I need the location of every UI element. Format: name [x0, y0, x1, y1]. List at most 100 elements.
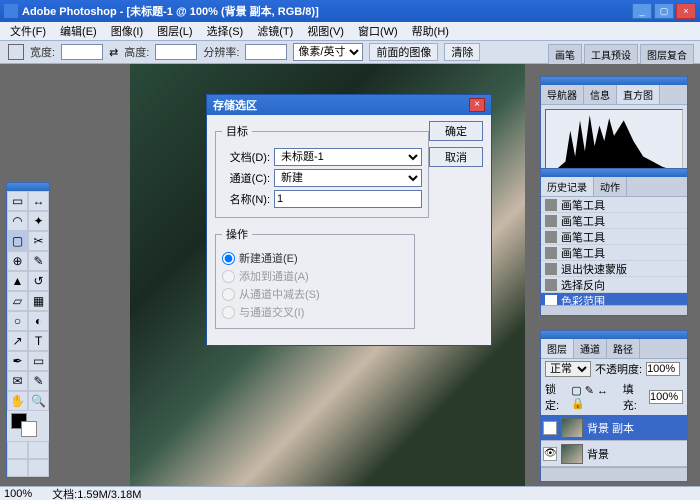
tab-channels[interactable]: 通道	[574, 339, 607, 358]
opacity-input[interactable]	[646, 362, 680, 376]
hand-tool[interactable]: ✋	[7, 391, 28, 411]
app-title: Adobe Photoshop - [未标题-1 @ 100% (背景 副本, …	[22, 3, 632, 19]
menu-filter[interactable]: 滤镜(T)	[251, 23, 299, 39]
history-item[interactable]: 选择反向	[541, 277, 687, 293]
panel-grip[interactable]	[541, 169, 687, 177]
history-item[interactable]: 画笔工具	[541, 213, 687, 229]
app-icon	[4, 4, 18, 18]
channel-select[interactable]: 新建	[274, 169, 422, 187]
name-input[interactable]	[274, 190, 422, 208]
fill-input[interactable]	[649, 390, 683, 404]
swap-icon[interactable]: ⇄	[109, 46, 118, 59]
document-select[interactable]: 未标题-1	[274, 148, 422, 166]
gradient-tool[interactable]: ▦	[28, 291, 49, 311]
clear-button[interactable]: 清除	[444, 43, 480, 61]
eraser-tool[interactable]: ▱	[7, 291, 28, 311]
radio-subtract: 从通道中减去(S)	[222, 286, 408, 302]
history-item[interactable]: 画笔工具	[541, 229, 687, 245]
history-item[interactable]: 色彩范围	[541, 293, 687, 305]
tab-history[interactable]: 历史记录	[541, 177, 594, 196]
menu-view[interactable]: 视图(V)	[301, 23, 350, 39]
history-item[interactable]: 画笔工具	[541, 245, 687, 261]
path-tool[interactable]: ↗	[7, 331, 28, 351]
tab-actions[interactable]: 动作	[594, 177, 627, 196]
shape-tool[interactable]: ▭	[28, 351, 49, 371]
standard-mode[interactable]	[7, 441, 28, 459]
blur-tool[interactable]: ○	[7, 311, 28, 331]
dtab-brush[interactable]: 画笔	[548, 44, 582, 65]
maximize-button[interactable]: ▢	[654, 3, 674, 19]
width-label: 宽度:	[30, 44, 55, 60]
zoom-level[interactable]: 100%	[4, 488, 32, 500]
ok-button[interactable]: 确定	[429, 121, 483, 141]
menu-window[interactable]: 窗口(W)	[352, 23, 404, 39]
background-color[interactable]	[21, 421, 37, 437]
layer-name: 背景 副本	[587, 420, 634, 436]
layer-row[interactable]: 👁 背景	[541, 441, 687, 467]
minimize-button[interactable]: _	[632, 3, 652, 19]
width-input[interactable]	[61, 44, 103, 60]
wand-tool[interactable]: ✦	[28, 211, 49, 231]
menu-help[interactable]: 帮助(H)	[406, 23, 455, 39]
move-tool[interactable]: ↔	[28, 191, 49, 211]
destination-group: 目标 文档(D): 未标题-1 通道(C): 新建 名称(N):	[215, 123, 429, 218]
tab-layers[interactable]: 图层	[541, 339, 574, 358]
layers-buttons[interactable]	[541, 467, 687, 481]
histogram-panel: 导航器 信息 直方图	[540, 76, 688, 178]
brush-icon	[545, 215, 557, 227]
fill-label: 填充:	[623, 381, 645, 413]
dtab-layercomp[interactable]: 图层复合	[640, 44, 694, 65]
tab-paths[interactable]: 路径	[607, 339, 640, 358]
blend-mode-select[interactable]: 正常	[545, 361, 591, 377]
select-icon	[545, 279, 557, 291]
layer-thumb	[561, 418, 583, 438]
height-label: 高度:	[124, 44, 149, 60]
quickmask-mode[interactable]	[28, 441, 49, 459]
type-tool[interactable]: T	[28, 331, 49, 351]
height-input[interactable]	[155, 44, 197, 60]
lasso-tool[interactable]: ◠	[7, 211, 28, 231]
menu-select[interactable]: 选择(S)	[201, 23, 250, 39]
menu-layer[interactable]: 图层(L)	[151, 23, 198, 39]
history-buttons[interactable]	[541, 305, 687, 315]
menu-file[interactable]: 文件(F)	[4, 23, 52, 39]
close-button[interactable]: ×	[676, 3, 696, 19]
brush-tool[interactable]: ✎	[28, 251, 49, 271]
panel-grip[interactable]	[541, 331, 687, 339]
front-image-button[interactable]: 前面的图像	[369, 43, 438, 61]
menu-image[interactable]: 图像(I)	[105, 23, 149, 39]
tab-histogram[interactable]: 直方图	[617, 85, 660, 104]
marquee-tool[interactable]: ▭	[7, 191, 28, 211]
screen-mode-1[interactable]	[7, 459, 28, 477]
history-item[interactable]: 画笔工具	[541, 197, 687, 213]
stamp-tool[interactable]: ▲	[7, 271, 28, 291]
dialog-titlebar[interactable]: 存储选区 ×	[207, 95, 491, 115]
eyedropper-tool[interactable]: ✎	[28, 371, 49, 391]
lock-icons[interactable]: ▢ ✎ ↔ 🔒	[571, 384, 618, 410]
visibility-icon[interactable]: 👁	[543, 447, 557, 461]
screen-mode-2[interactable]	[28, 459, 49, 477]
dodge-tool[interactable]: ◐	[28, 311, 49, 331]
dialog-close-button[interactable]: ×	[469, 98, 485, 112]
notes-tool[interactable]: ✉	[7, 371, 28, 391]
dtab-presets[interactable]: 工具预设	[584, 44, 638, 65]
toolbox-title[interactable]	[7, 183, 49, 191]
panel-grip[interactable]	[541, 77, 687, 85]
menu-edit[interactable]: 编辑(E)	[54, 23, 103, 39]
resolution-input[interactable]	[245, 44, 287, 60]
radio-new-channel[interactable]: 新建通道(E)	[222, 250, 408, 266]
layer-row[interactable]: 👁 背景 副本	[541, 415, 687, 441]
unit-select[interactable]: 像素/英寸	[293, 43, 363, 61]
slice-tool[interactable]: ✂	[28, 231, 49, 251]
crop-icon[interactable]	[8, 44, 24, 60]
history-item[interactable]: 退出快速蒙版	[541, 261, 687, 277]
zoom-tool[interactable]: 🔍	[28, 391, 49, 411]
history-brush-tool[interactable]: ↺	[28, 271, 49, 291]
pen-tool[interactable]: ✒	[7, 351, 28, 371]
cancel-button[interactable]: 取消	[429, 147, 483, 167]
crop-tool[interactable]: ▢	[7, 231, 28, 251]
heal-tool[interactable]: ⊕	[7, 251, 28, 271]
tab-info[interactable]: 信息	[584, 85, 617, 104]
visibility-icon[interactable]: 👁	[543, 421, 557, 435]
tab-navigator[interactable]: 导航器	[541, 85, 584, 104]
